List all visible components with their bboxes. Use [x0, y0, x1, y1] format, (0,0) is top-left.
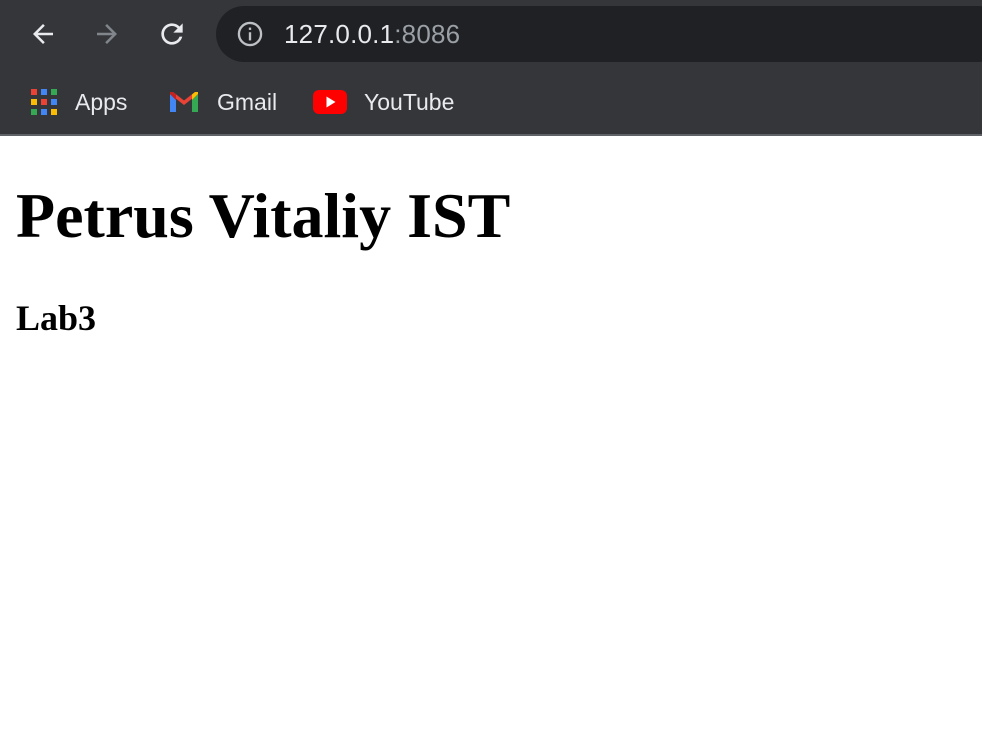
info-icon	[237, 21, 263, 47]
forward-button[interactable]	[85, 12, 129, 56]
back-button[interactable]	[21, 12, 65, 56]
url-host: 127.0.0.1	[284, 19, 395, 49]
browser-chrome: 127.0.0.1:8086 Apps Gmail YouTube	[0, 0, 982, 136]
bookmark-youtube[interactable]: YouTube	[313, 86, 454, 118]
bookmark-youtube-label: YouTube	[364, 88, 455, 115]
page-title: Petrus Vitaliy IST	[16, 180, 511, 251]
bookmark-apps[interactable]: Apps	[30, 86, 127, 118]
site-info-button[interactable]	[236, 20, 264, 48]
reload-button[interactable]	[150, 12, 194, 56]
page-content: Petrus Vitaliy IST Lab3	[0, 136, 982, 740]
apps-grid-icon	[31, 89, 57, 115]
reload-icon	[161, 23, 183, 45]
address-bar[interactable]: 127.0.0.1:8086	[216, 6, 982, 62]
forward-arrow-icon	[97, 24, 117, 44]
bookmark-gmail[interactable]: Gmail	[168, 86, 277, 118]
gmail-icon	[170, 92, 198, 112]
youtube-icon	[313, 90, 347, 114]
bookmark-apps-label: Apps	[75, 88, 128, 115]
bookmarks-bar: Apps Gmail YouTube	[0, 68, 982, 134]
bookmark-gmail-label: Gmail	[217, 88, 278, 115]
page-subtitle: Lab3	[16, 298, 97, 338]
url-text[interactable]: 127.0.0.1:8086	[284, 18, 460, 50]
url-port: :8086	[394, 19, 461, 49]
back-arrow-icon	[33, 24, 53, 44]
browser-toolbar: 127.0.0.1:8086	[0, 0, 982, 68]
